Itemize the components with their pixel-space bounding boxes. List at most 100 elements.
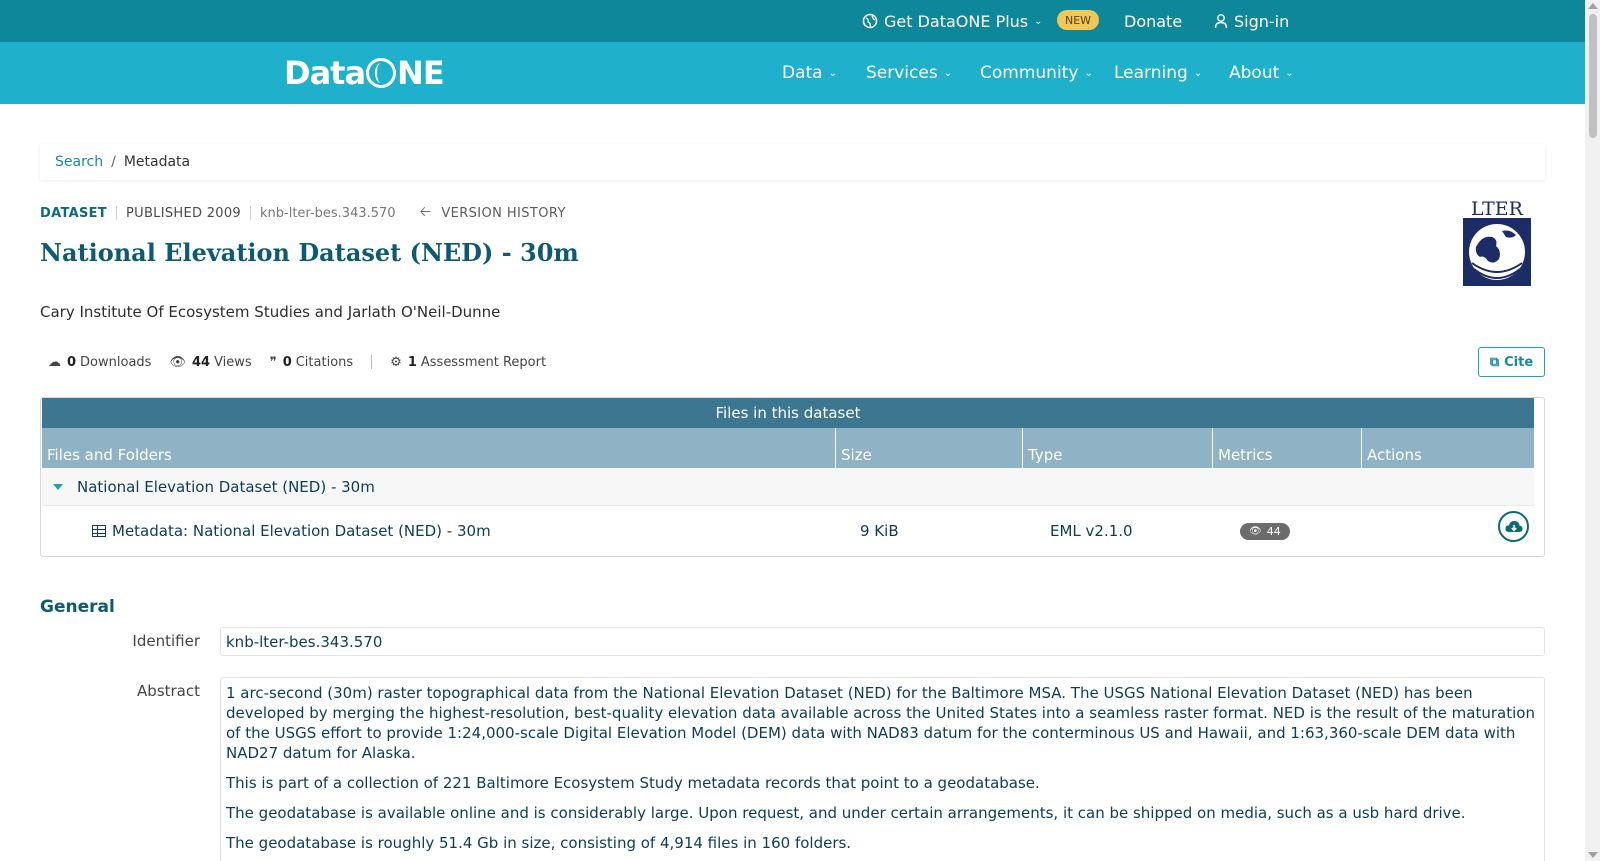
- files-table-columns: Files and Folders Size Type Metrics Acti…: [42, 428, 1534, 468]
- chevron-down-icon: ⌄: [1285, 67, 1294, 79]
- new-badge: NEW: [1057, 10, 1100, 30]
- dataset-identifier: knb-lter-bes.343.570: [260, 205, 396, 221]
- sign-in-link[interactable]: Sign-in: [1214, 0, 1289, 42]
- breadcrumb-search-link[interactable]: Search: [55, 154, 103, 170]
- dataset-authors: Cary Institute Of Ecosystem Studies and …: [40, 303, 501, 321]
- nav-learning[interactable]: Learning ⌄: [1114, 42, 1202, 104]
- downloads-stat: ☁ 0 Downloads: [48, 355, 151, 370]
- nav-about-label: About: [1229, 63, 1280, 83]
- views-metric-count: 44: [1266, 525, 1281, 538]
- breadcrumb-current: Metadata: [123, 154, 191, 170]
- column-size[interactable]: Size: [836, 428, 1023, 468]
- nav-data-label: Data: [782, 63, 823, 83]
- cite-button[interactable]: ⧉ Cite: [1478, 347, 1545, 377]
- arrow-left-icon: 🡠: [419, 204, 432, 220]
- version-history-link[interactable]: 🡠 VERSION HISTORY: [420, 201, 566, 225]
- abstract-paragraph: 1 arc-second (30m) raster topographical …: [226, 684, 1535, 762]
- downloads-count: 0: [67, 354, 77, 370]
- get-dataone-plus-label: Get DataONE Plus: [884, 11, 1029, 31]
- nav-community-label: Community: [980, 63, 1079, 83]
- citations-label: Citations: [295, 354, 354, 370]
- file-type: EML v2.1.0: [1050, 522, 1133, 540]
- views-metric-badge: 👁 44: [1240, 523, 1290, 540]
- logo-globe-icon: [366, 58, 397, 88]
- column-type[interactable]: Type: [1023, 428, 1213, 468]
- eye-icon: 👁: [1249, 526, 1262, 537]
- dataset-type-label: DATASET: [40, 205, 107, 221]
- nav-services[interactable]: Services ⌄: [866, 42, 952, 104]
- scrollbar-thumb[interactable]: [1589, 14, 1597, 138]
- nav-community[interactable]: Community ⌄: [980, 42, 1093, 104]
- main-header: Data NE Data ⌄ Services ⌄ Community ⌄ Le…: [0, 42, 1585, 104]
- table-row: Metadata: National Elevation Dataset (NE…: [42, 506, 1534, 556]
- column-files-and-folders[interactable]: Files and Folders: [42, 428, 836, 468]
- file-size: 9 KiB: [860, 522, 899, 540]
- citations-stat: ❞ 0 Citations: [270, 355, 353, 370]
- citations-count: 0: [282, 354, 292, 370]
- breadcrumb-separator: /: [111, 154, 116, 170]
- files-table-header: Files in this dataset: [42, 398, 1534, 428]
- identifier-value: knb-lter-bes.343.570: [220, 627, 1545, 656]
- assessment-count: 1: [407, 354, 417, 370]
- dataset-meta-line: DATASET PUBLISHED 2009 knb-lter-bes.343.…: [40, 204, 566, 222]
- abstract-paragraph: This is part of a collection of 221 Balt…: [226, 774, 1040, 792]
- column-actions: Actions: [1367, 446, 1422, 464]
- chevron-down-icon: ⌄: [1193, 67, 1203, 79]
- sign-in-label: Sign-in: [1234, 11, 1290, 31]
- dataset-stats: ☁ 0 Downloads 👁 44 Views ❞ 0 Citations ⚙…: [48, 352, 564, 372]
- nav-data[interactable]: Data ⌄: [782, 42, 837, 104]
- nav-about[interactable]: About ⌄: [1229, 42, 1294, 104]
- logo-text-ne: NE: [397, 54, 445, 92]
- divider: [250, 206, 252, 220]
- lter-logo-image: LTER: [1463, 198, 1531, 286]
- divider: [371, 355, 373, 369]
- eye-icon: 👁: [169, 354, 186, 370]
- downloads-label: Downloads: [80, 354, 152, 370]
- cite-button-label: Cite: [1504, 354, 1534, 370]
- assessment-report-link[interactable]: ⚙ 1 Assessment Report: [390, 355, 546, 370]
- identifier-label: Identifier: [132, 632, 200, 650]
- abstract-paragraph: The geodatabase is available online and …: [226, 804, 1466, 822]
- dashboard-icon: ⚙: [390, 354, 402, 370]
- file-name: Metadata: National Elevation Dataset (NE…: [112, 522, 491, 540]
- download-button[interactable]: [1498, 511, 1529, 542]
- cloud-download-icon: ☁: [48, 354, 61, 370]
- chevron-down-icon: ⌄: [828, 67, 837, 79]
- abstract-label: Abstract: [137, 682, 200, 700]
- column-metrics[interactable]: Metrics: [1213, 428, 1362, 468]
- page-scrollbar[interactable]: [1585, 0, 1600, 861]
- file-name-link[interactable]: Metadata: National Elevation Dataset (NE…: [92, 522, 491, 540]
- chevron-down-icon: ⌄: [943, 67, 953, 79]
- views-count: 44: [191, 354, 211, 370]
- breadcrumb: Search / Metadata: [40, 144, 1545, 180]
- nav-services-label: Services: [866, 63, 938, 83]
- views-stat: 👁 44 Views: [169, 355, 251, 370]
- copy-icon: ⧉: [1489, 354, 1500, 370]
- quote-icon: ❞: [269, 354, 277, 370]
- scroll-up-arrow-icon[interactable]: [1588, 3, 1598, 9]
- globe-icon: [862, 13, 878, 29]
- version-history-label: VERSION HISTORY: [441, 205, 566, 221]
- abstract-paragraph: The geodatabase is roughly 51.4 Gb in si…: [226, 834, 852, 852]
- abstract-value: 1 arc-second (30m) raster topographical …: [220, 677, 1545, 861]
- dataset-title: National Elevation Dataset (NED) - 30m: [40, 238, 579, 267]
- logo-text-data: Data: [284, 54, 366, 92]
- divider: [115, 206, 117, 220]
- chevron-down-icon: ⌄: [1084, 67, 1093, 79]
- table-icon: [92, 525, 106, 537]
- general-heading: General: [40, 597, 115, 617]
- files-table: Files in this dataset Files and Folders …: [40, 397, 1545, 557]
- cloud-download-icon: [1504, 520, 1523, 532]
- donate-link[interactable]: Donate: [1124, 0, 1182, 42]
- caret-down-icon[interactable]: [53, 483, 63, 490]
- lter-logo: LTER: [1462, 198, 1532, 287]
- nav-learning-label: Learning: [1114, 63, 1188, 83]
- scroll-down-arrow-icon[interactable]: [1588, 852, 1598, 858]
- folder-row[interactable]: National Elevation Dataset (NED) - 30m: [42, 468, 1534, 506]
- get-dataone-plus-menu[interactable]: Get DataONE Plus ⌄: [862, 0, 1043, 42]
- dataone-logo[interactable]: Data NE: [284, 53, 445, 93]
- chevron-down-icon: ⌄: [1034, 15, 1043, 27]
- views-label: Views: [214, 354, 252, 370]
- folder-name: National Elevation Dataset (NED) - 30m: [77, 477, 375, 496]
- published-date: PUBLISHED 2009: [125, 205, 242, 221]
